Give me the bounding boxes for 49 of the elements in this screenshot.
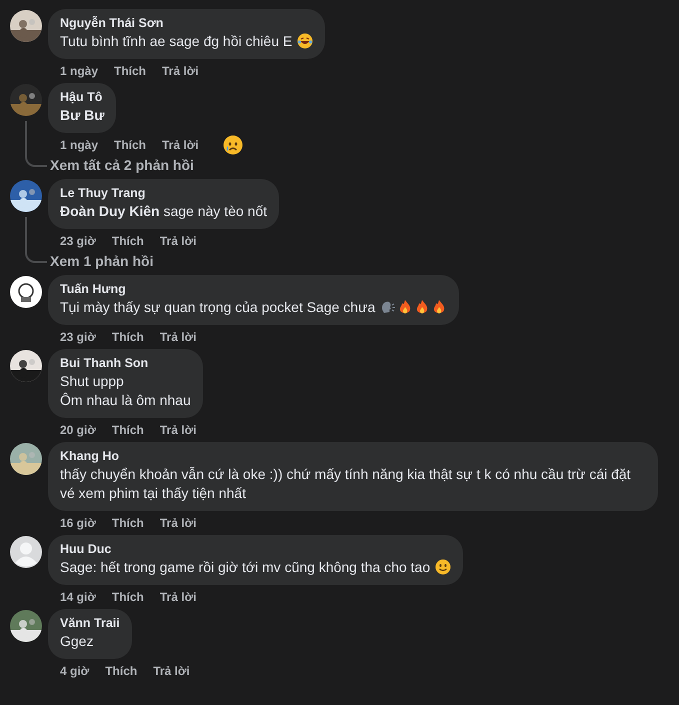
comment-text: thấy chuyển khoản vẫn cứ là oke :)) chứ mấy tính năng kia thật sự t k có nhu cầu trừ cái đặt vé xem phim tại thấy tiện nhất — [60, 466, 631, 501]
reply-link[interactable]: Trả lời — [160, 516, 196, 530]
speaking-head-icon — [380, 299, 396, 315]
like-link[interactable]: Thích — [114, 64, 146, 78]
comment-time[interactable]: 23 giờ — [60, 234, 96, 248]
comment-time[interactable]: 16 giờ — [60, 516, 96, 530]
author-name[interactable]: Tuấn Hưng — [60, 282, 448, 296]
reply-link[interactable]: Trả lời — [160, 330, 196, 344]
laughing-emoji-icon — [297, 33, 314, 49]
thread-line — [25, 121, 47, 167]
comment-time[interactable]: 14 giờ — [60, 590, 96, 604]
comment-text: Sage: hết trong game rồi giờ tới mv cũng không tha cho tao — [60, 559, 430, 575]
avatar-icon — [10, 536, 42, 568]
author-name[interactable]: Le Thuy Trang — [60, 186, 267, 200]
reply-link[interactable]: Trả lời — [162, 64, 199, 78]
like-link[interactable]: Thích — [112, 516, 144, 530]
like-link[interactable]: Thích — [105, 664, 138, 678]
thread-line — [25, 217, 47, 263]
reply-link[interactable]: Trả lời — [160, 423, 196, 437]
crying-emoji-icon — [222, 135, 243, 155]
comment-text: Tụi mày thấy sự quan trọng của pocket Sage chưa — [60, 299, 376, 315]
comment-time[interactable]: 1 ngày — [60, 138, 98, 152]
author-name[interactable]: Vănn Traii — [60, 616, 120, 630]
comment-time[interactable]: 4 giờ — [60, 664, 90, 678]
comment-time[interactable]: 1 ngày — [60, 64, 98, 78]
like-link[interactable]: Thích — [112, 330, 144, 344]
comment-time[interactable]: 20 giờ — [60, 423, 96, 437]
reply-link[interactable]: Trả lời — [160, 590, 196, 604]
smiling-emoji-icon — [435, 559, 452, 575]
reply-link[interactable]: Trả lời — [153, 664, 190, 678]
like-link[interactable]: Thích — [114, 138, 146, 152]
comment-text: Ggez — [60, 633, 94, 649]
view-replies-link[interactable]: Xem tất cả 2 phản hồi — [48, 157, 194, 173]
like-link[interactable]: Thích — [112, 234, 144, 248]
author-name[interactable]: Khang Ho — [60, 449, 646, 463]
author-name[interactable]: Hậu Tô — [60, 90, 104, 104]
comment-time[interactable]: 23 giờ — [60, 330, 96, 344]
author-name[interactable]: Huu Duc — [60, 542, 452, 556]
author-name[interactable]: Bui Thanh Son — [60, 356, 191, 370]
comment-text: Bư Bư — [60, 107, 104, 123]
like-link[interactable]: Thích — [112, 590, 144, 604]
reply-link[interactable]: Trả lời — [162, 138, 199, 152]
author-name[interactable]: Nguyễn Thái Sơn — [60, 16, 314, 30]
reply-link[interactable]: Trả lời — [160, 234, 196, 248]
comment-text: Đoàn Duy Kiên sage này tèo nốt — [60, 203, 267, 219]
comment-text: Tutu bình tĩnh ae sage đg hồi chiêu E — [60, 33, 292, 49]
view-replies-link[interactable]: Xem 1 phản hồi — [48, 253, 154, 269]
comment-text: Shut uppp Ôm nhau là ôm nhau — [60, 373, 191, 408]
like-link[interactable]: Thích — [112, 423, 144, 437]
